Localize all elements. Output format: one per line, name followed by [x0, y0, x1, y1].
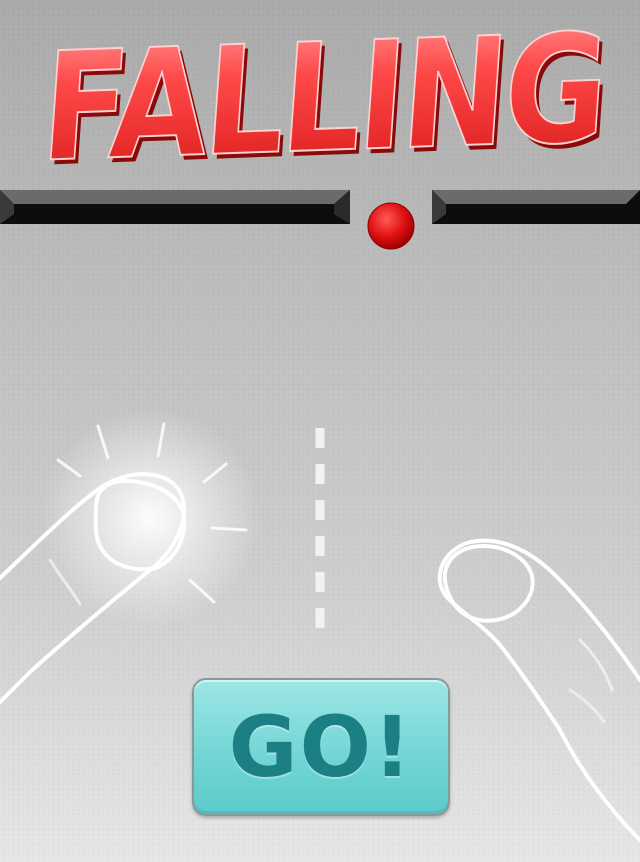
game-title-face: FALLING	[37, 2, 611, 196]
right-ledge	[432, 190, 640, 224]
go-button-label: GO!	[228, 698, 414, 796]
tap-right-hand-icon	[437, 538, 640, 842]
falling-ball	[367, 202, 415, 250]
go-button[interactable]: GO!	[192, 678, 450, 816]
ledge-platform	[0, 190, 640, 250]
game-title-logo: FALLING FALLING	[36, 1, 615, 200]
left-ledge	[0, 190, 350, 224]
